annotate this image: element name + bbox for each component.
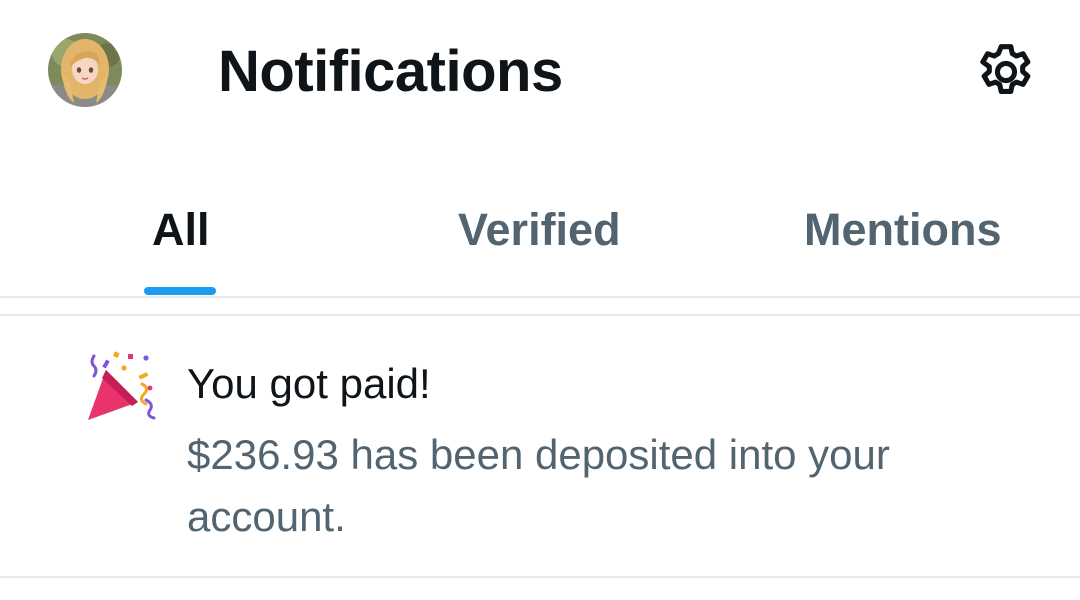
gear-icon: [980, 44, 1031, 94]
avatar[interactable]: [48, 33, 122, 107]
header: Notifications: [0, 0, 1080, 150]
party-popper-icon: [88, 351, 156, 420]
tab-verified[interactable]: Verified: [420, 170, 660, 296]
tab-all[interactable]: All: [110, 170, 250, 296]
avatar-image: [48, 33, 122, 107]
tab-verified-label: Verified: [458, 204, 621, 255]
tab-mentions[interactable]: Mentions: [770, 170, 1040, 296]
divider: [0, 576, 1080, 578]
notification-title: You got paid!: [187, 360, 431, 407]
notification-body: $236.93 has been deposited into your acc…: [187, 431, 890, 540]
page-title: Notifications: [218, 39, 563, 104]
active-tab-indicator: [144, 287, 216, 295]
tab-mentions-label: Mentions: [804, 204, 1002, 255]
notifications-screen: Notifications All Verified Mentions You …: [0, 0, 1080, 600]
tab-bar: All Verified Mentions: [0, 170, 1080, 298]
tab-all-label: All: [152, 204, 210, 255]
settings-button[interactable]: [968, 37, 1044, 107]
